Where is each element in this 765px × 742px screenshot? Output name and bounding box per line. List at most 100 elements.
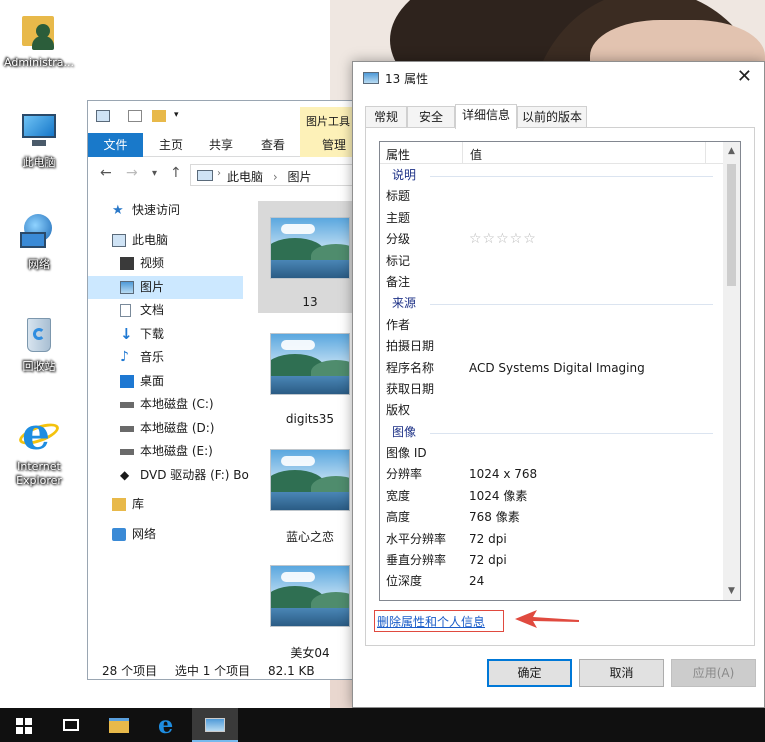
property-group-header[interactable]: 图像 — [380, 422, 725, 443]
property-row[interactable]: 备注 — [380, 272, 725, 293]
taskbar-file-explorer[interactable] — [96, 708, 142, 742]
breadcrumb-separator-icon: › — [217, 168, 221, 179]
nav-item-documents[interactable]: 文档 — [88, 299, 243, 323]
nav-item-label: 本地磁盘 (D:) — [140, 420, 215, 435]
property-row[interactable]: 标题 — [380, 186, 725, 207]
ribbon-tab-share[interactable]: 共享 — [196, 133, 246, 157]
scrollbar-thumb[interactable] — [727, 164, 736, 286]
nav-item-network[interactable]: 网络 — [88, 523, 243, 547]
forward-arrow-icon[interactable]: → — [126, 165, 138, 181]
details-panel: 属性 值 说明 标题 主题 分级 ☆☆☆☆☆ 标记备注来源作者拍摄日期 程序名称 ACD Sy… — [365, 127, 755, 646]
nav-item-label: 文档 — [140, 303, 165, 317]
selected-count: 选中 1 个项目 — [174, 664, 251, 678]
property-group-header[interactable]: 说明 — [380, 165, 725, 186]
tab-details[interactable]: 详细信息 — [455, 104, 517, 129]
ribbon-tab-file[interactable]: 文件 — [88, 133, 143, 157]
tab-security[interactable]: 安全 — [407, 106, 455, 128]
ribbon-tab-home[interactable]: 主页 — [146, 133, 196, 157]
breadcrumb-pictures[interactable]: 图片 — [287, 170, 311, 184]
file-thumbnail-13[interactable] — [270, 217, 350, 279]
property-key: 备注 — [386, 274, 411, 289]
apply-button[interactable]: 应用(A) — [671, 659, 756, 687]
column-header-value[interactable]: 值 — [470, 146, 482, 163]
property-row[interactable]: 高度 768 像素 — [380, 507, 725, 528]
nav-item-label: 此电脑 — [132, 232, 169, 247]
property-group-header[interactable]: 来源 — [380, 293, 725, 314]
pictures-icon — [120, 280, 134, 294]
property-row[interactable]: 分辨率 1024 x 768 — [380, 464, 725, 485]
taskbar-photos[interactable] — [192, 708, 238, 742]
property-row[interactable]: 水平分辨率 72 dpi — [380, 529, 725, 550]
file-explorer-window[interactable]: ▾ 图片工具 文件 主页 共享 查看 管理 ← → ▾ ↑ › 此电脑 › 图片… — [87, 100, 367, 680]
ribbon-tab-view[interactable]: 查看 — [248, 133, 298, 157]
start-button[interactable] — [0, 708, 46, 742]
cancel-button[interactable]: 取消 — [579, 659, 664, 687]
desktop-icon-recycle-bin[interactable]: 回收站 — [0, 314, 78, 374]
property-row[interactable]: 拍摄日期 — [380, 336, 725, 357]
taskbar-internet-explorer[interactable]: e — [144, 708, 190, 742]
desktop-icon-administrator[interactable]: Administra... — [0, 10, 78, 70]
desktop-icon-network[interactable]: 网络 — [0, 212, 78, 272]
network-icon — [112, 527, 126, 541]
property-rows: 说明 标题 主题 分级 ☆☆☆☆☆ 标记备注来源作者拍摄日期 程序名称 ACD Systems… — [380, 165, 725, 593]
nav-item-music[interactable]: ♪ 音乐 — [88, 346, 243, 370]
property-row[interactable]: 分级 ☆☆☆☆☆ — [380, 229, 725, 250]
breadcrumb-this-pc[interactable]: 此电脑 — [227, 170, 263, 184]
nav-item-dvd-drive[interactable]: ◆ DVD 驱动器 (F:) Bo — [88, 464, 249, 488]
file-thumbnail-meinv04[interactable] — [270, 565, 350, 627]
dialog-title-bar[interactable]: 13 属性 ✕ — [353, 62, 764, 94]
file-thumbnail-lanxin[interactable] — [270, 449, 350, 511]
property-row[interactable]: 宽度 1024 像素 — [380, 486, 725, 507]
item-count: 28 个项目 — [102, 664, 158, 678]
property-row[interactable]: 标记 — [380, 251, 725, 272]
property-row[interactable]: 位深度 24 — [380, 571, 725, 592]
address-bar[interactable]: › 此电脑 › 图片 — [190, 164, 366, 186]
property-row[interactable]: 垂直分辨率 72 dpi — [380, 550, 725, 571]
file-name[interactable]: digits35 — [260, 412, 360, 426]
nav-item-pictures[interactable]: 图片 — [88, 275, 243, 299]
nav-item-drive-d[interactable]: 本地磁盘 (D:) — [88, 417, 243, 441]
properties-dialog[interactable]: 13 属性 ✕ 常规 安全 详细信息 以前的版本 属性 值 说明 标题 主题 分级 ☆☆… — [352, 61, 765, 708]
nav-item-drive-c[interactable]: 本地磁盘 (C:) — [88, 393, 243, 417]
scroll-up-icon[interactable]: ▲ — [723, 146, 740, 156]
ok-button[interactable]: 确定 — [487, 659, 572, 687]
nav-item-quick-access[interactable]: ★ 快速访问 — [88, 199, 243, 223]
nav-item-desktop[interactable]: 桌面 — [88, 370, 243, 394]
back-arrow-icon[interactable]: ← — [100, 165, 112, 181]
property-key: 分级 — [386, 232, 411, 247]
property-row[interactable]: 版权 — [380, 400, 725, 421]
chevron-down-icon[interactable]: ▾ — [174, 110, 188, 122]
properties-icon[interactable] — [128, 110, 142, 122]
property-list-scrollbar[interactable]: ▲ ▼ — [723, 142, 740, 600]
property-key: 作者 — [386, 317, 411, 332]
property-list[interactable]: 属性 值 说明 标题 主题 分级 ☆☆☆☆☆ 标记备注来源作者拍摄日期 程序名称 ACD Sy… — [379, 141, 741, 601]
desktop-icon-internet-explorer[interactable]: e Internet Explorer — [0, 413, 78, 488]
recent-locations-chevron-icon[interactable]: ▾ — [152, 168, 157, 179]
property-row[interactable]: 作者 — [380, 315, 725, 336]
task-view-button[interactable] — [48, 708, 94, 742]
property-row[interactable]: 获取日期 — [380, 379, 725, 400]
desktop-icon-this-pc[interactable]: 此电脑 — [0, 110, 78, 170]
file-name[interactable]: 13 — [260, 295, 360, 309]
scroll-down-icon[interactable]: ▼ — [723, 586, 740, 596]
nav-item-drive-e[interactable]: 本地磁盘 (E:) — [88, 440, 243, 464]
dialog-tabs: 常规 安全 详细信息 以前的版本 — [365, 104, 755, 129]
file-thumbnail-digits35[interactable] — [270, 333, 350, 395]
nav-item-this-pc[interactable]: 此电脑 — [88, 229, 243, 253]
property-row[interactable]: 程序名称 ACD Systems Digital Imaging — [380, 358, 725, 379]
property-row[interactable]: 主题 — [380, 208, 725, 229]
close-icon[interactable]: ✕ — [737, 66, 752, 87]
nav-item-label: 本地磁盘 (C:) — [140, 397, 214, 411]
property-value: 768 像素 — [469, 510, 520, 525]
nav-item-videos[interactable]: 视频 — [88, 252, 243, 276]
new-folder-icon[interactable] — [152, 110, 166, 122]
tab-general[interactable]: 常规 — [365, 106, 407, 128]
property-row[interactable]: 图像 ID — [380, 443, 725, 464]
file-name[interactable]: 蓝心之恋 — [260, 528, 360, 545]
column-header-property[interactable]: 属性 — [386, 146, 410, 163]
tab-previous-versions[interactable]: 以前的版本 — [517, 106, 587, 128]
up-arrow-icon[interactable]: ↑ — [170, 165, 182, 181]
nav-item-libraries[interactable]: 库 — [88, 493, 243, 517]
nav-item-downloads[interactable]: ↓ 下载 — [88, 323, 243, 347]
remove-properties-link[interactable]: 删除属性和个人信息 — [374, 610, 504, 632]
